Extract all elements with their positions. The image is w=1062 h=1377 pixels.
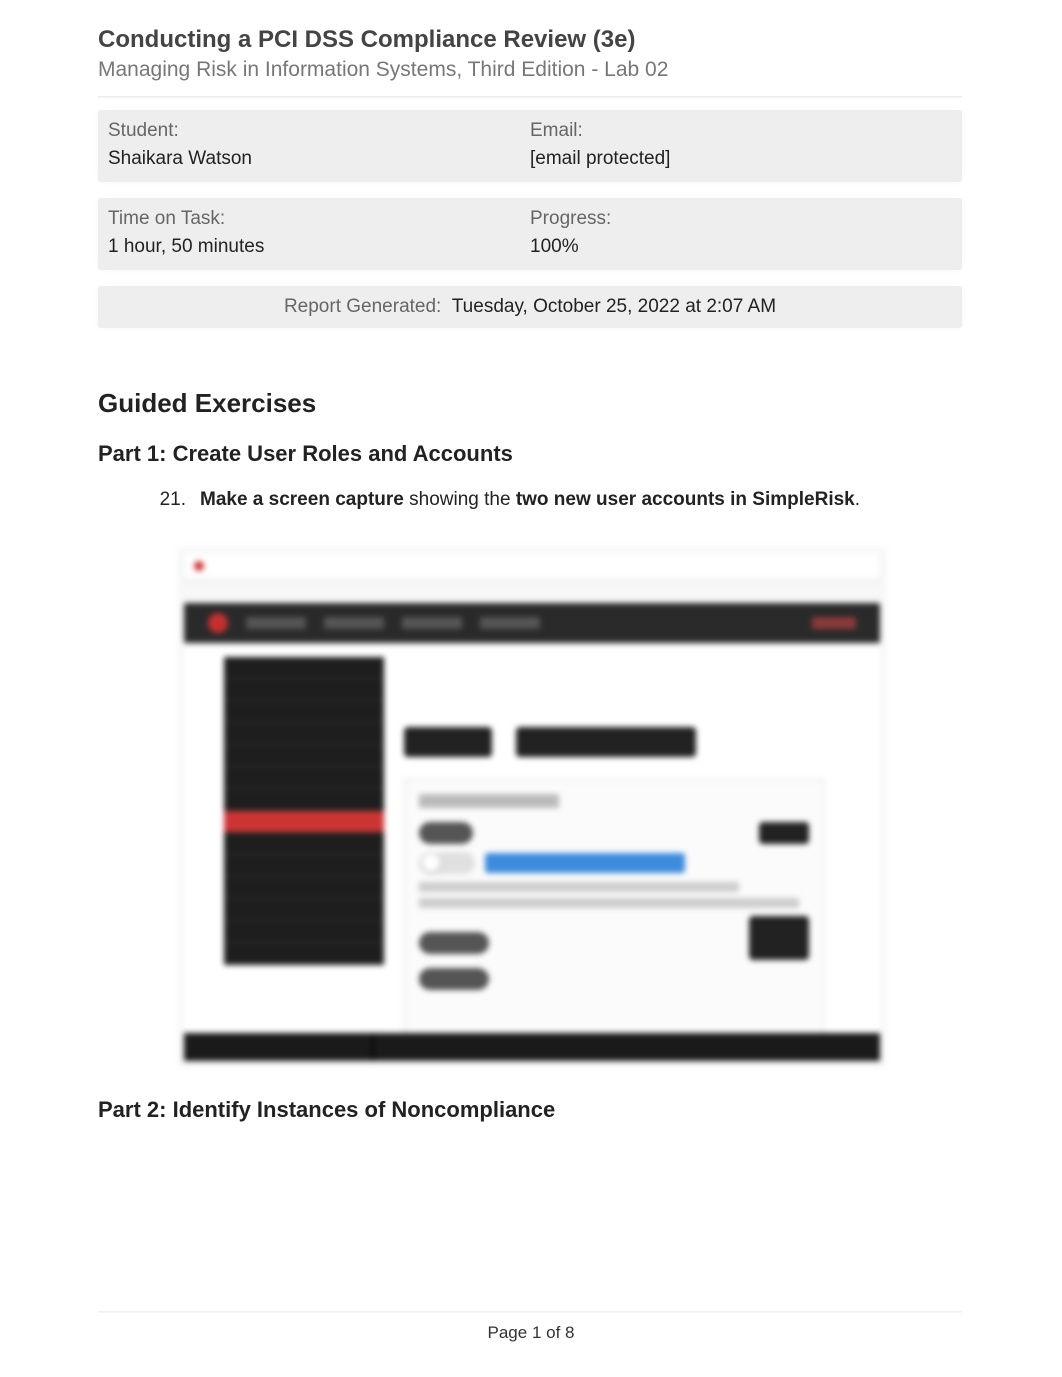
shot-side-item	[224, 943, 384, 965]
shot-side-item	[224, 657, 384, 679]
task-list: 21. Make a screen capture showing the tw…	[152, 489, 962, 511]
student-info-block: Student: Shaikara Watson Email: [email p…	[98, 110, 962, 182]
shot-nav-item	[812, 617, 856, 629]
report-label: Report Generated:	[284, 296, 441, 317]
shot-chip	[759, 822, 809, 844]
shot-square	[749, 916, 809, 960]
time-value: 1 hour, 50 minutes	[108, 236, 530, 258]
task-number: 21.	[152, 489, 186, 511]
report-value: Tuesday, October 25, 2022 at 2:07 AM	[452, 296, 776, 317]
shot-side-item	[224, 855, 384, 877]
shot-nav-item	[324, 617, 384, 629]
shot-sidebar	[224, 657, 384, 965]
shot-side-item	[224, 833, 384, 855]
report-generated-block: Report Generated: Tuesday, October 25, 2…	[98, 286, 962, 328]
shot-chip	[419, 932, 489, 954]
shot-chip	[419, 968, 489, 990]
time-label: Time on Task:	[108, 208, 530, 230]
task-text: Make a screen capture showing the two ne…	[200, 489, 860, 511]
shot-line	[419, 882, 739, 892]
shot-toggle	[419, 852, 475, 874]
shot-side-item	[224, 899, 384, 921]
shot-footer-seg	[184, 1033, 374, 1061]
shot-button	[404, 727, 492, 757]
shot-footer	[184, 1033, 880, 1061]
document-page: Conducting a PCI DSS Compliance Review (…	[0, 0, 1062, 1377]
shot-panel	[404, 779, 824, 1049]
shot-side-item	[224, 679, 384, 701]
shot-side-item	[224, 767, 384, 789]
blurred-screenshot	[178, 547, 886, 1067]
email-label: Email:	[530, 120, 952, 142]
shot-side-item	[224, 877, 384, 899]
section-guided-exercises: Guided Exercises	[98, 388, 962, 419]
shot-body	[184, 647, 880, 1061]
student-value: Shaikara Watson	[108, 148, 530, 170]
shot-side-item	[224, 921, 384, 943]
shot-nav-item	[246, 617, 306, 629]
section-part-1: Part 1: Create User Roles and Accounts	[98, 441, 962, 467]
shot-logo-icon	[208, 613, 228, 633]
task-item-21: 21. Make a screen capture showing the tw…	[152, 489, 962, 511]
student-label: Student:	[108, 120, 530, 142]
shot-bar	[485, 853, 685, 873]
shot-line	[419, 898, 799, 908]
shot-panel-header	[419, 794, 559, 808]
shot-nav-bar	[184, 603, 880, 643]
page-title: Conducting a PCI DSS Compliance Review (…	[98, 26, 962, 54]
shot-nav-item	[402, 617, 462, 629]
page-subtitle: Managing Risk in Information Systems, Th…	[98, 58, 962, 82]
progress-label: Progress:	[530, 208, 952, 230]
task-info-block: Time on Task: 1 hour, 50 minutes Progres…	[98, 198, 962, 270]
screenshot-container	[178, 547, 962, 1067]
shot-side-item	[224, 723, 384, 745]
shot-chip	[419, 822, 473, 844]
shot-browser-bar	[184, 553, 880, 579]
shot-nav-item	[480, 617, 540, 629]
shot-side-item	[224, 745, 384, 767]
shot-side-item	[224, 789, 384, 811]
progress-value: 100%	[530, 236, 952, 258]
page-number: Page 1 of 8	[0, 1323, 1062, 1343]
shot-side-item-selected	[224, 811, 384, 833]
divider	[98, 96, 962, 98]
shot-main	[404, 727, 850, 1049]
email-value: [email protected]	[530, 148, 952, 170]
shot-button	[516, 727, 696, 757]
shot-side-item	[224, 701, 384, 723]
section-part-2: Part 2: Identify Instances of Noncomplia…	[98, 1097, 962, 1123]
footer-divider	[98, 1311, 962, 1313]
